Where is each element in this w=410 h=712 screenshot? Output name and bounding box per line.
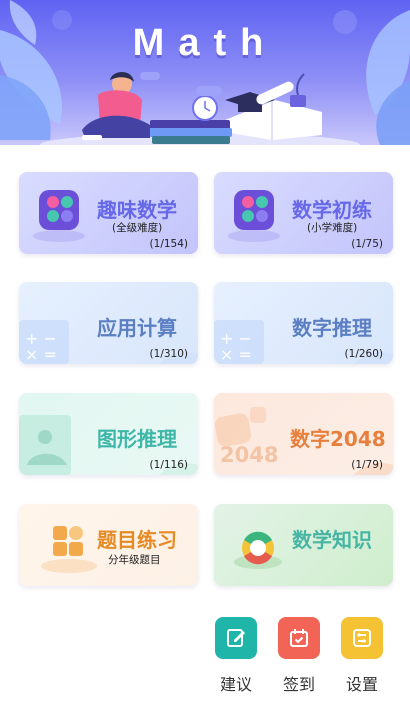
card-progress: (1/116) (149, 459, 188, 471)
card-title: 趣味数学 (97, 198, 177, 222)
card-number-2048[interactable]: 2048 数字2048 (1/79) (214, 393, 393, 475)
card-subtitle: 分年级题目 (108, 554, 161, 566)
card-title: 数字推理 (292, 316, 372, 340)
svg-text:× =: × = (25, 345, 57, 364)
card-number-reasoning[interactable]: + − × = 数字推理 (1/260) (214, 282, 393, 364)
edit-icon (215, 617, 257, 659)
card-progress: (1/75) (351, 238, 383, 250)
card-subtitle: (小学难度) (307, 222, 358, 234)
card-title: 数字2048 (290, 427, 386, 451)
calendar-icon (278, 617, 320, 659)
card-fun-math[interactable]: 趣味数学 (全级难度) (1/154) (19, 172, 198, 254)
settings-button[interactable]: 设置 (340, 617, 384, 695)
app-title: Math (132, 22, 278, 64)
card-applied-calculation[interactable]: + − × = 应用计算 (1/310) (19, 282, 198, 364)
card-math-knowledge[interactable]: 数学知识 (214, 504, 393, 586)
feedback-label: 建议 (219, 675, 252, 694)
card-title: 数学知识 (292, 528, 372, 552)
card-progress: (1/79) (351, 459, 383, 471)
card-progress: (1/154) (149, 238, 188, 250)
card-subtitle: (全级难度) (112, 222, 163, 234)
checkin-label: 签到 (282, 675, 315, 694)
card-math-beginner[interactable]: 数学初练 (小学难度) (1/75) (214, 172, 393, 254)
card-question-practice[interactable]: 题目练习 分年级题目 (19, 504, 198, 586)
checkin-button[interactable]: 签到 (277, 617, 321, 695)
card-progress: (1/310) (149, 348, 188, 360)
card-title: 数学初练 (292, 198, 372, 222)
card-title: 应用计算 (97, 316, 177, 340)
svg-text:× =: × = (220, 345, 252, 364)
card-progress: (1/260) (344, 348, 383, 360)
settings-label: 设置 (345, 675, 378, 694)
2048-watermark: 2048 (220, 443, 279, 467)
card-title: 图形推理 (97, 427, 177, 451)
settings-list-icon (341, 617, 383, 659)
feedback-button[interactable]: 建议 (214, 617, 258, 695)
card-title: 题目练习 (97, 528, 177, 552)
header-banner: Math (0, 0, 410, 145)
card-shape-reasoning[interactable]: 图形推理 (1/116) (19, 393, 198, 475)
